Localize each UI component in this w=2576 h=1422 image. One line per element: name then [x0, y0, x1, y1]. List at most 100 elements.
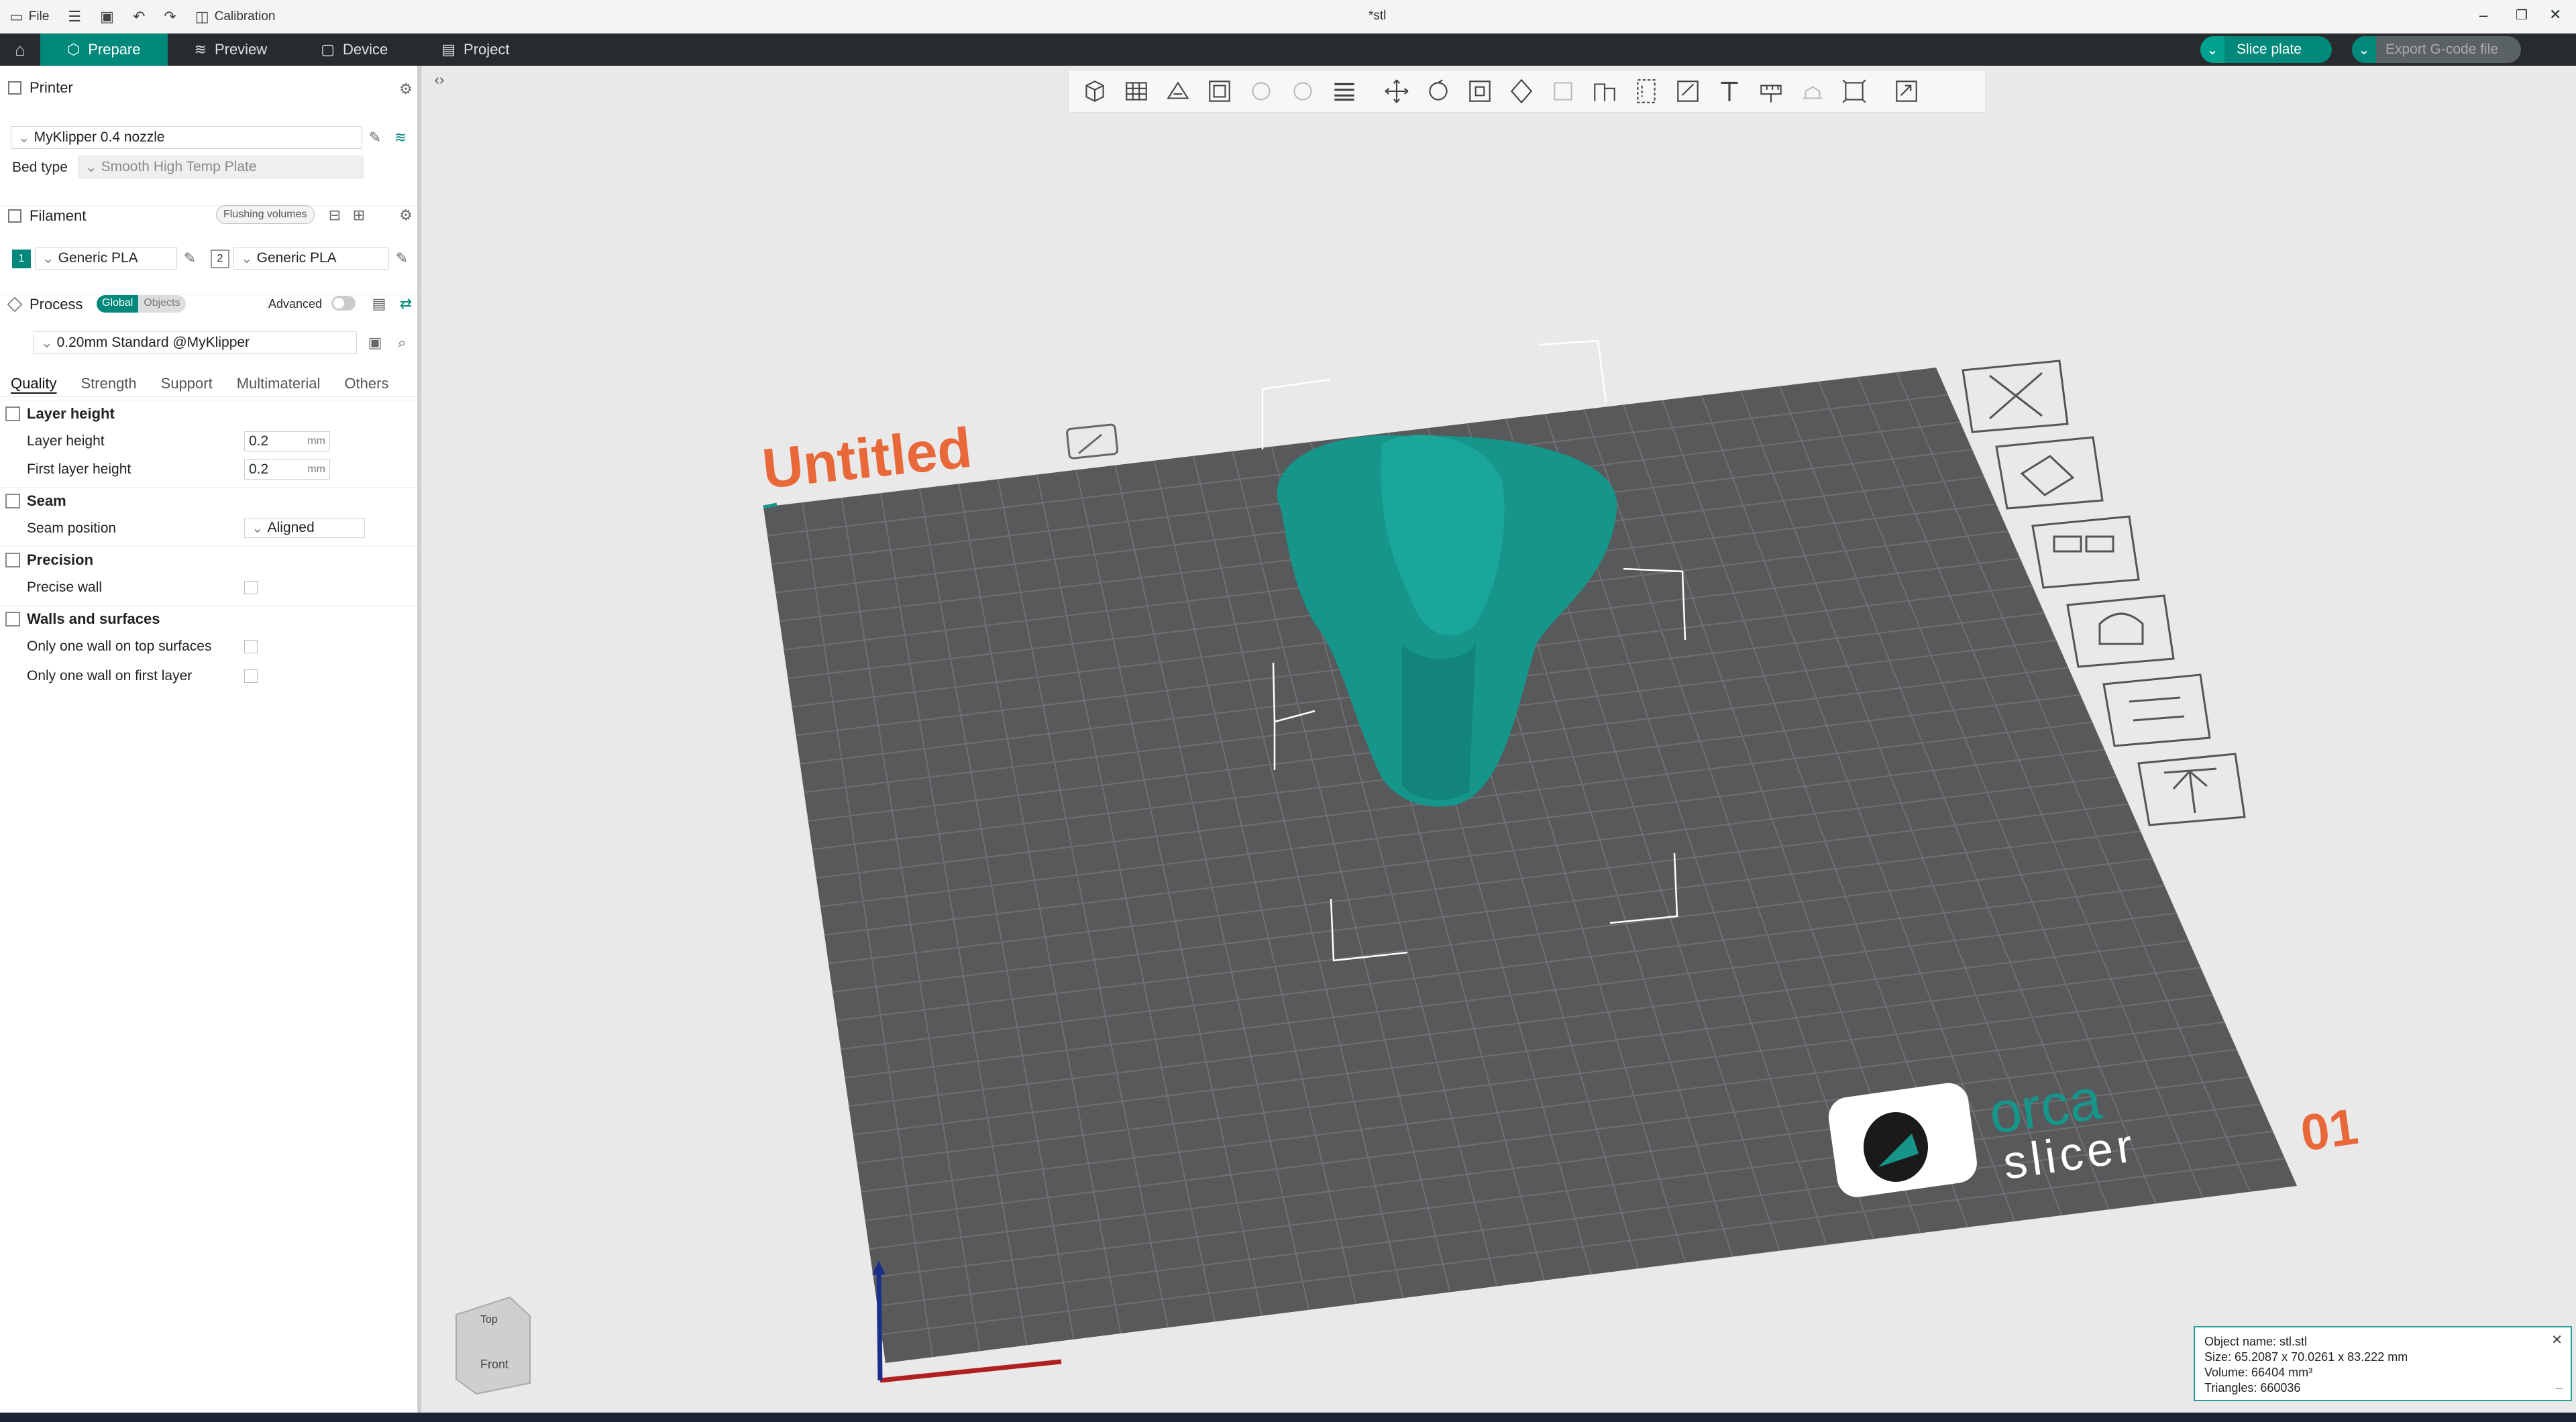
- plate-number: 01: [2298, 1098, 2362, 1162]
- slice-plate-button[interactable]: ⌄ Slice plate: [2200, 36, 2332, 63]
- global-option[interactable]: Global: [97, 295, 139, 313]
- precise-wall-label: Precise wall: [27, 580, 103, 595]
- process-list-icon[interactable]: ▤: [370, 295, 388, 313]
- redo-button[interactable]: ↷: [154, 0, 185, 34]
- printer-settings-icon[interactable]: ⚙: [397, 80, 415, 98]
- bed-type-select[interactable]: ⌄ Smooth High Temp Plate: [78, 156, 364, 178]
- tab-device-label: Device: [342, 41, 388, 58]
- process-scope-toggle[interactable]: Global Objects: [97, 295, 186, 313]
- delete-plate-icon[interactable]: [1962, 360, 2069, 433]
- cut-button[interactable]: [1545, 73, 1581, 109]
- color-paint-button[interactable]: [1670, 73, 1706, 109]
- edit-plate-name-icon[interactable]: [1066, 423, 1119, 459]
- move-to-top-icon[interactable]: [2137, 753, 2246, 826]
- tab-device[interactable]: ▢ Device: [294, 34, 415, 66]
- move-button[interactable]: [1379, 73, 1415, 109]
- one-wall-top-checkbox[interactable]: [244, 640, 258, 653]
- return-toolbar-button[interactable]: [1888, 73, 1925, 109]
- scale-button[interactable]: [1462, 73, 1498, 109]
- lock-plate-icon[interactable]: [2066, 594, 2175, 668]
- layers-editing-icon: [1334, 83, 1354, 101]
- objects-option[interactable]: Objects: [138, 295, 186, 313]
- printer-preset-select[interactable]: ⌄ MyKlipper 0.4 nozzle: [11, 126, 362, 149]
- add-object-button[interactable]: [1077, 73, 1113, 109]
- tab-support[interactable]: Support: [161, 375, 213, 392]
- tab-project[interactable]: ▤ Project: [415, 34, 536, 66]
- tab-others[interactable]: Others: [344, 375, 388, 392]
- first-layer-height-row: First layer height: [0, 456, 417, 483]
- precise-wall-checkbox[interactable]: [244, 581, 258, 594]
- arrange-plate-icon[interactable]: [1995, 436, 2104, 510]
- first-layer-height-input[interactable]: 0.2 mm: [244, 459, 330, 480]
- layers-editing-button[interactable]: [1326, 73, 1362, 109]
- brim-ears-button[interactable]: [1836, 73, 1872, 109]
- add-filament-icon[interactable]: ⊞: [350, 207, 368, 224]
- tab-prepare[interactable]: ⬡ Prepare: [40, 34, 168, 66]
- tab-multimaterial[interactable]: Multimaterial: [237, 375, 321, 392]
- process-compare-icon[interactable]: ⇄: [397, 295, 415, 313]
- close-window-button[interactable]: ✕: [2549, 6, 2561, 23]
- precision-group-title: Precision: [27, 551, 94, 568]
- menu-button[interactable]: ☰: [58, 0, 91, 34]
- process-preset-select[interactable]: ⌄ 0.20mm Standard @MyKlipper: [34, 331, 357, 354]
- 3d-viewport[interactable]: Untitled 01 orca slicer Top Front: [425, 66, 2576, 1413]
- flushing-volumes-button[interactable]: Flushing volumes: [216, 205, 315, 224]
- seam-paint-button[interactable]: [1628, 73, 1664, 109]
- remove-filament-icon[interactable]: ⊟: [326, 207, 343, 224]
- home-button[interactable]: ⌂: [0, 34, 40, 66]
- layers-icon: ≋: [194, 41, 207, 58]
- undo-button[interactable]: ↶: [123, 0, 154, 34]
- file-menu[interactable]: ▭ File: [0, 0, 58, 34]
- text-button[interactable]: [1711, 73, 1748, 109]
- edit-filament-2-icon[interactable]: ✎: [393, 250, 411, 267]
- tab-project-label: Project: [464, 41, 510, 58]
- lay-on-face-button[interactable]: [1503, 73, 1540, 109]
- filament-1-select[interactable]: ⌄ Generic PLA: [35, 247, 177, 270]
- save-preset-icon[interactable]: ▣: [366, 334, 384, 351]
- plate-adjust-icon[interactable]: [2102, 673, 2211, 747]
- navcube-front-label: Front: [480, 1358, 508, 1371]
- rotate-icon: [1429, 79, 1448, 101]
- filament-2-select[interactable]: ⌄ Generic PLA: [233, 247, 389, 270]
- arrange-button[interactable]: [1201, 73, 1238, 109]
- chevron-down-icon: ⌄: [85, 159, 97, 175]
- close-info-button[interactable]: ✕: [2551, 1333, 2563, 1348]
- settings-sidebar: Printer ⚙ ⌄ MyKlipper 0.4 nozzle ✎ ≋ Bed…: [0, 66, 421, 1413]
- filament-slot-1-badge: 1: [12, 250, 31, 268]
- filament-settings-icon[interactable]: ⚙: [397, 207, 415, 224]
- 3d-toolbar: [1068, 70, 1986, 113]
- restore-button[interactable]: ❐: [2516, 7, 2528, 23]
- split-parts-icon: [1293, 82, 1312, 101]
- plate-settings-icon[interactable]: [2031, 515, 2140, 589]
- grid-icon: [1126, 82, 1147, 101]
- measure-button[interactable]: [1753, 73, 1789, 109]
- tab-strength[interactable]: Strength: [80, 375, 136, 392]
- rotate-button[interactable]: [1420, 73, 1456, 109]
- collapse-info-button[interactable]: –: [2556, 1380, 2563, 1396]
- support-paint-button[interactable]: [1587, 73, 1623, 109]
- search-icon[interactable]: ⌕: [393, 334, 411, 351]
- edit-printer-icon[interactable]: ✎: [366, 129, 384, 146]
- filament-2-value: Generic PLA: [256, 250, 337, 266]
- one-wall-first-checkbox[interactable]: [244, 669, 258, 683]
- assembly-button[interactable]: [1794, 73, 1831, 109]
- export-gcode-button[interactable]: ⌄ Export G-code file: [2352, 36, 2521, 63]
- edit-filament-1-icon[interactable]: ✎: [181, 250, 199, 267]
- chevron-down-icon: ⌄: [18, 129, 30, 146]
- save-button[interactable]: ▣: [91, 0, 123, 34]
- navigation-cube[interactable]: Top Front: [455, 1296, 531, 1395]
- tab-quality[interactable]: Quality: [11, 375, 56, 392]
- tab-preview[interactable]: ≋ Preview: [168, 34, 294, 66]
- add-plate-button[interactable]: [1118, 73, 1155, 109]
- precision-icon: [5, 552, 20, 567]
- wifi-icon[interactable]: ≋: [392, 129, 409, 146]
- layer-height-input[interactable]: 0.2 mm: [244, 431, 330, 451]
- brim-ears-icon: [1842, 79, 1866, 103]
- auto-orient-button[interactable]: [1160, 73, 1196, 109]
- split-objects-button[interactable]: [1243, 73, 1279, 109]
- seam-position-select[interactable]: ⌄ Aligned: [244, 518, 365, 538]
- calibration-menu[interactable]: ◫ Calibration: [186, 0, 285, 34]
- split-parts-button[interactable]: [1285, 73, 1321, 109]
- advanced-toggle[interactable]: [331, 296, 356, 311]
- minimize-button[interactable]: –: [2479, 7, 2487, 24]
